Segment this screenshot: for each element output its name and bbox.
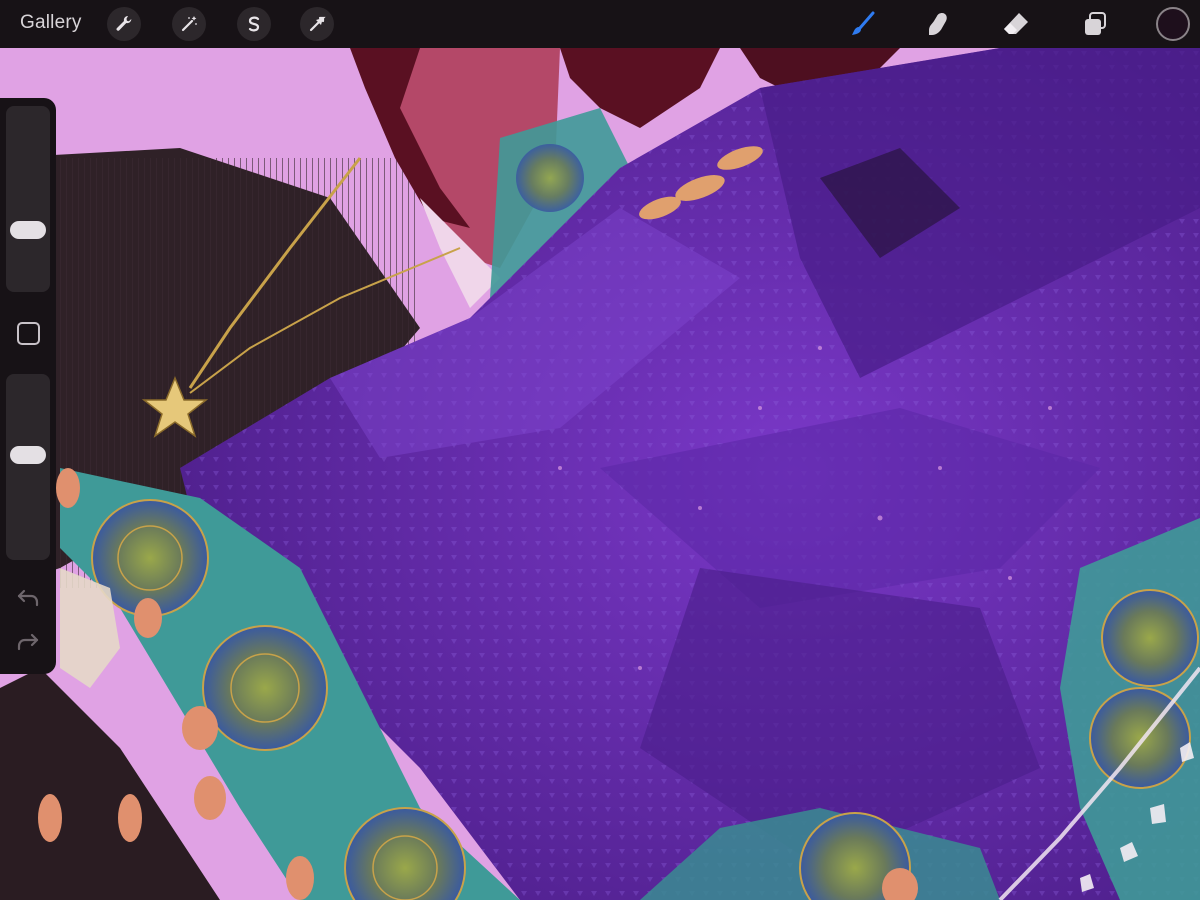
opacity-slider[interactable] <box>6 374 50 560</box>
layers-icon <box>1085 12 1106 35</box>
brush-icon <box>852 11 875 35</box>
brush-tool-button[interactable] <box>845 6 881 42</box>
smudge-tool-button[interactable] <box>920 6 956 42</box>
eraser-icon <box>1004 13 1028 34</box>
selection-s-icon <box>248 16 260 32</box>
brush-size-slider[interactable] <box>6 106 50 292</box>
transform-button[interactable] <box>300 7 334 41</box>
arrow-cursor-icon <box>309 16 326 32</box>
eraser-tool-button[interactable] <box>998 6 1034 42</box>
brush-size-slider-thumb[interactable] <box>10 221 46 240</box>
undo-arrow-icon <box>17 589 39 607</box>
smudge-finger-icon <box>929 13 947 35</box>
wrench-icon <box>116 15 132 31</box>
selection-button[interactable] <box>237 7 271 41</box>
redo-arrow-icon <box>17 633 39 651</box>
magic-wand-icon <box>181 16 197 32</box>
actions-button[interactable] <box>107 7 141 41</box>
top-toolbar: Gallery <box>0 0 1200 48</box>
undo-button[interactable] <box>14 586 42 610</box>
square-modifier-icon[interactable] <box>17 322 40 345</box>
gallery-button[interactable]: Gallery <box>20 12 82 34</box>
adjustments-button[interactable] <box>172 7 206 41</box>
left-sidebar <box>0 98 56 674</box>
color-picker-button[interactable] <box>1156 7 1190 41</box>
redo-button[interactable] <box>14 630 42 654</box>
opacity-slider-thumb[interactable] <box>10 445 46 464</box>
drawing-canvas[interactable] <box>0 48 1200 900</box>
layers-button[interactable] <box>1077 6 1113 42</box>
